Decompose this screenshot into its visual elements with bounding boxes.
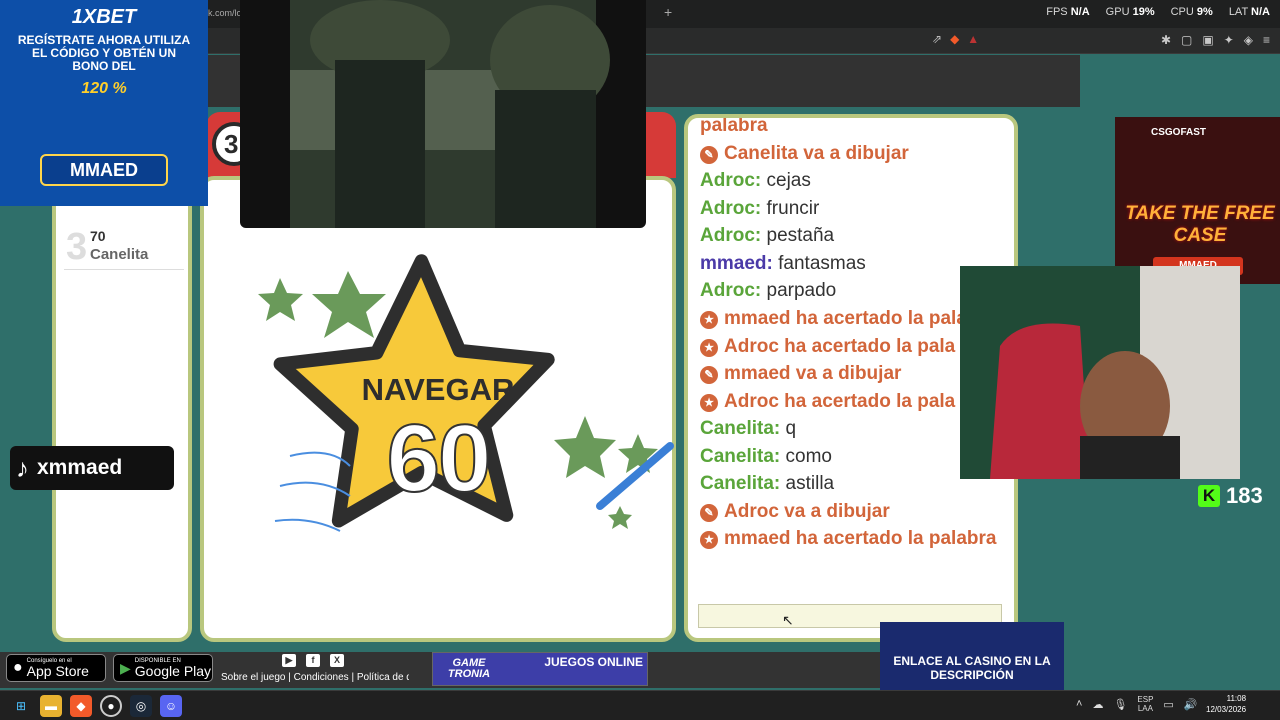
facebook-icon[interactable]: f bbox=[306, 654, 320, 667]
chat-username: Canelita: bbox=[700, 473, 781, 494]
ad-csgofast-title: TAKE THE FREE CASE bbox=[1125, 203, 1275, 246]
sidebar-icon[interactable]: ▢ bbox=[1181, 33, 1192, 47]
onedrive-icon[interactable]: ☁ bbox=[1092, 698, 1103, 711]
chat-text: astilla bbox=[785, 473, 835, 494]
draw-icon: ✎ bbox=[700, 366, 718, 384]
system-clock[interactable]: 11:08 12/03/2026 bbox=[1206, 693, 1246, 715]
ad-1xbet-amount: 120 % bbox=[81, 80, 127, 97]
brave-browser-icon[interactable]: ◆ bbox=[70, 695, 92, 717]
chat-text: pestaña bbox=[766, 225, 835, 246]
ad-1xbet-logo: 1XBET bbox=[71, 6, 137, 28]
gametronia-logo: GAME TRONIA bbox=[447, 657, 491, 680]
star-icon: ★ bbox=[700, 531, 718, 549]
gametronia-banner[interactable]: GAME TRONIA JUEGOS ONLINE bbox=[432, 652, 648, 686]
chat-text: fantasmas bbox=[778, 252, 866, 274]
chat-username: Adroc: bbox=[700, 225, 762, 246]
chat-username: Canelita: bbox=[700, 445, 781, 467]
video-overlay bbox=[240, 0, 646, 228]
ranking-entry: 3 70 Canelita bbox=[64, 224, 184, 270]
performance-overlay: FPS N/A GPU 19% CPU 9% LAT N/A bbox=[1046, 6, 1270, 18]
chat-text: parpado bbox=[766, 280, 837, 301]
tray-overflow-icon[interactable]: ˄ bbox=[1076, 698, 1082, 710]
rewards-icon[interactable]: ▲ bbox=[967, 32, 979, 46]
app-store-button[interactable]: ● Consíguelo en el App Store bbox=[6, 654, 106, 682]
chat-message: Adroc: fruncir bbox=[700, 195, 1014, 223]
webcam-overlay bbox=[960, 266, 1240, 479]
google-play-button[interactable]: ▶ DISPONIBLE EN Google Play bbox=[113, 654, 213, 682]
volume-icon[interactable]: 🔊 bbox=[1184, 698, 1198, 711]
gametronia-online: JUEGOS ONLINE bbox=[544, 655, 643, 669]
webcam-frame bbox=[960, 266, 1240, 479]
share-icon[interactable]: ⇗ bbox=[932, 32, 942, 46]
input-language[interactable]: ESP LAA bbox=[1137, 695, 1153, 713]
ranking-position: 3 bbox=[66, 226, 88, 268]
ad-1xbet-text: REGÍSTRATE AHORA UTILIZA EL CÓDIGO Y OBT… bbox=[17, 33, 191, 73]
brave-shield-icon[interactable]: ◆ bbox=[950, 32, 959, 46]
chat-text: cejas bbox=[766, 170, 811, 191]
chat-message: ★ mmaed ha acertado la palabra bbox=[700, 525, 1014, 553]
wallet-icon[interactable]: ▣ bbox=[1202, 33, 1213, 47]
mouse-cursor-icon: ↖ bbox=[782, 612, 794, 628]
chat-text: q bbox=[785, 418, 797, 439]
youtube-icon[interactable]: ▶ bbox=[282, 654, 296, 667]
star-icon: ★ bbox=[700, 393, 718, 412]
chat-text: fruncir bbox=[766, 197, 820, 219]
windows-start-icon[interactable]: ⊞ bbox=[10, 695, 32, 717]
chat-username: Adroc: bbox=[700, 170, 762, 191]
x-icon[interactable]: X bbox=[330, 654, 344, 667]
chat-username: Adroc: bbox=[700, 280, 762, 301]
viewer-count: 183 bbox=[1226, 483, 1263, 508]
microphone-icon[interactable]: 🎙 bbox=[1113, 698, 1127, 711]
google-play-icon: ▶ bbox=[120, 659, 131, 676]
chat-message: ✎ Canelita va a dibujar bbox=[700, 140, 1014, 168]
video-frame bbox=[290, 0, 610, 228]
steam-icon[interactable]: ◎ bbox=[130, 695, 152, 717]
turn-timer: 60 bbox=[386, 404, 493, 513]
obs-icon[interactable]: ● bbox=[100, 695, 122, 717]
windows-taskbar: ⊞ ▬ ◆ ● ◎ ☺ ˄ ☁ 🎙 ESP LAA ▭ 🔊 11:08 12/03/… bbox=[0, 690, 1280, 720]
ad-csgofast-logo: CSGOFAST bbox=[1151, 127, 1207, 138]
chat-username: mmaed: bbox=[700, 252, 773, 274]
ad-1xbet-code: MMAED bbox=[40, 154, 168, 186]
ad-1xbet[interactable]: 1XBET REGÍSTRATE AHORA UTILIZA EL CÓDIGO… bbox=[0, 0, 208, 206]
vpn-icon[interactable]: ◈ bbox=[1244, 33, 1253, 47]
chat-message: Adroc: cejas bbox=[700, 167, 1014, 195]
tiktok-handle-badge: ♪ xmmaed bbox=[10, 446, 174, 490]
draw-icon: ✎ bbox=[700, 145, 718, 164]
file-explorer-icon[interactable]: ▬ bbox=[40, 695, 62, 717]
kick-viewer-count: K 183 bbox=[1198, 481, 1278, 511]
leo-icon[interactable]: ✦ bbox=[1224, 33, 1234, 47]
word-to-draw: NAVEGAR bbox=[361, 372, 515, 407]
chat-username: Canelita: bbox=[700, 418, 781, 439]
discord-icon[interactable]: ☺ bbox=[160, 695, 182, 717]
site-footer: ● Consíguelo en el App Store ▶ DISPONIBLE… bbox=[0, 652, 880, 688]
tiktok-icon: ♪ bbox=[16, 452, 29, 483]
apple-icon: ● bbox=[13, 659, 23, 676]
kick-icon: K bbox=[1198, 485, 1220, 507]
chat-message: palabra bbox=[700, 115, 768, 136]
extensions-icon[interactable]: ✱ bbox=[1161, 33, 1171, 47]
menu-icon[interactable]: ≡ bbox=[1263, 33, 1270, 47]
chat-message: Adroc: pestaña bbox=[700, 222, 1014, 250]
chat-text: como bbox=[785, 445, 832, 467]
footer-links[interactable]: Sobre el juego | Condiciones | Política … bbox=[221, 672, 409, 683]
network-icon[interactable]: ▭ bbox=[1163, 698, 1173, 711]
new-tab-button[interactable]: + bbox=[664, 4, 672, 20]
chat-username: Adroc: bbox=[700, 197, 762, 219]
social-links: ▶ f X bbox=[282, 654, 344, 667]
ranking-name: Canelita bbox=[90, 246, 149, 263]
ranking-score: 70 bbox=[90, 228, 106, 244]
tab-url[interactable]: k.com/lo bbox=[208, 8, 242, 18]
star-icon: ★ bbox=[700, 310, 718, 329]
chat-message: ✎ Adroc va a dibujar bbox=[700, 498, 1014, 526]
star-icon: ★ bbox=[700, 338, 718, 357]
tiktok-handle: xmmaed bbox=[37, 456, 123, 479]
draw-icon: ✎ bbox=[700, 503, 718, 522]
ad-csgofast[interactable]: CSGOFAST TAKE THE FREE CASE MMAED bbox=[1115, 117, 1280, 284]
ranking-panel: 3 70 Canelita bbox=[52, 190, 192, 642]
ad-casino-text: ENLACE AL CASINO EN LA DESCRIPCIÓN bbox=[893, 654, 1051, 682]
